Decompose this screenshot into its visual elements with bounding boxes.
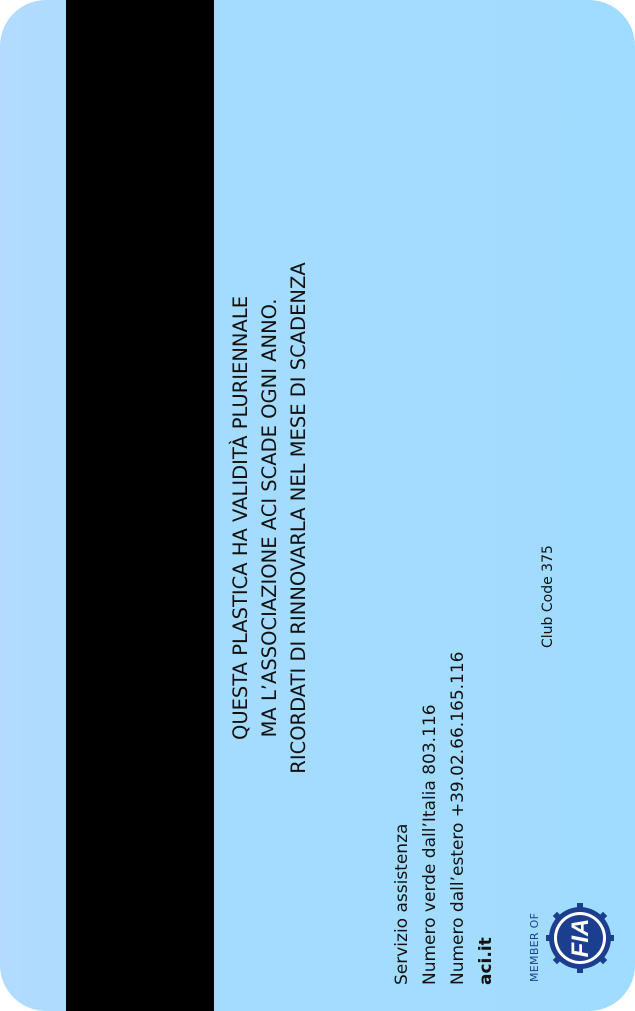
service-title: Servizio assistenza [392,823,412,985]
member-of-label: MEMBER OF [528,912,541,982]
notice-line-2: MA L’ASSOCIAZIONE ACI SCADE OGNI ANNO. [258,298,281,738]
club-code: Club Code 375 [540,545,556,648]
assistance-service-block: Servizio assistenza Numero verde dall’It… [388,565,500,985]
notice-line-3: RICORDATI DI RINNOVARLA NEL MESE DI SCAD… [287,262,310,774]
validity-notice: QUESTA PLASTICA HA VALIDITÀ PLURIENNALE … [226,180,313,856]
magnetic-stripe [66,0,214,1011]
notice-line-1: QUESTA PLASTICA HA VALIDITÀ PLURIENNALE [229,295,252,741]
membership-card-back: QUESTA PLASTICA HA VALIDITÀ PLURIENNALE … [0,0,635,1011]
italy-phone-line: Numero verde dall’Italia 803.116 [420,704,440,985]
fia-logo-icon: FIA [546,903,614,973]
abroad-phone-line: Numero dall’estero +39.02.66.165.116 [448,651,468,985]
fia-logo-text: FIA [567,919,594,958]
website-link: aci.it [476,937,496,985]
